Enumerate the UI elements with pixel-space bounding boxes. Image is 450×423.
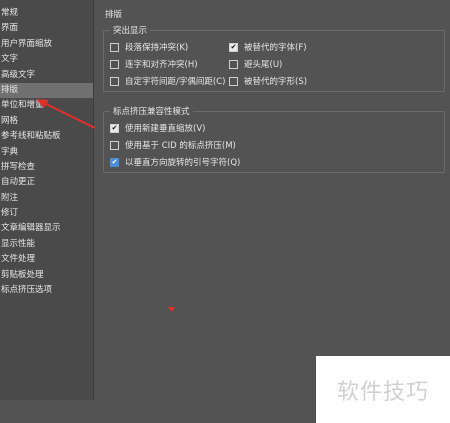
- watermark-logo: 软件技巧: [316, 356, 450, 423]
- watermark-text: 软件技巧: [336, 379, 429, 405]
- arrow-shaft: [41, 101, 96, 129]
- red-triangle-marker-icon: [168, 307, 175, 312]
